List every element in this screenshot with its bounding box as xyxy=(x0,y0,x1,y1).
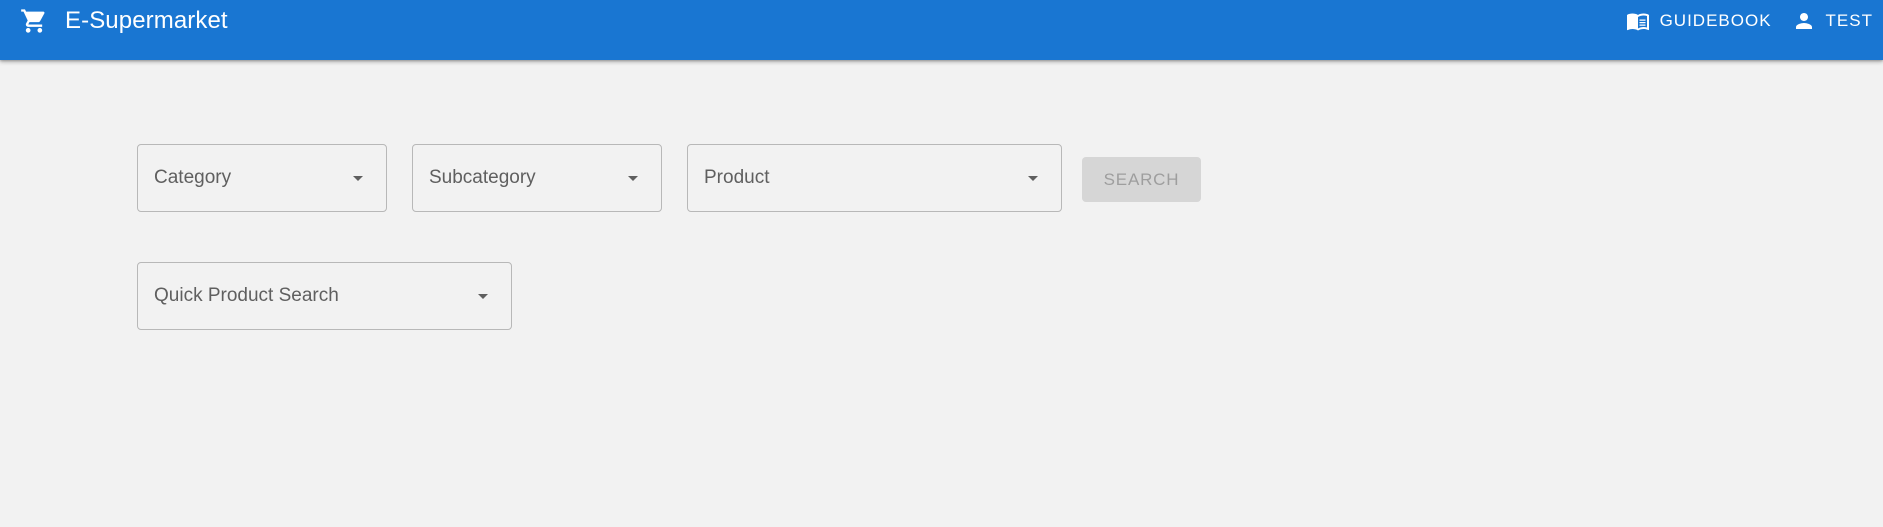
dropdown-arrow-icon xyxy=(1021,166,1045,190)
category-label: Category xyxy=(154,167,232,188)
user-icon xyxy=(1792,9,1816,33)
subcategory-label: Subcategory xyxy=(429,167,536,188)
product-select[interactable]: Product xyxy=(687,144,1062,212)
quick-product-search-label: Quick Product Search xyxy=(154,285,339,306)
dropdown-arrow-icon xyxy=(471,284,495,308)
product-label: Product xyxy=(704,167,770,188)
dropdown-arrow-icon xyxy=(621,166,645,190)
shopping-cart-icon xyxy=(20,7,48,35)
dropdown-arrow-icon xyxy=(346,166,370,190)
search-button[interactable]: SEARCH xyxy=(1082,157,1201,202)
top-nav: GUIDEBOOK TEST xyxy=(1616,0,1883,42)
user-label: TEST xyxy=(1825,11,1873,30)
app-title: E-Supermarket xyxy=(65,7,228,34)
guidebook-button[interactable]: GUIDEBOOK xyxy=(1616,0,1782,42)
brand[interactable]: E-Supermarket xyxy=(20,0,228,42)
book-open-icon xyxy=(1626,9,1650,33)
quick-product-search-select[interactable]: Quick Product Search xyxy=(137,262,512,330)
user-menu-button[interactable]: TEST xyxy=(1782,0,1883,42)
subcategory-select[interactable]: Subcategory xyxy=(412,144,662,212)
category-select[interactable]: Category xyxy=(137,144,387,212)
guidebook-label: GUIDEBOOK xyxy=(1659,11,1772,30)
app-bar: E-Supermarket GUIDEBOOK TEST xyxy=(0,0,1883,60)
